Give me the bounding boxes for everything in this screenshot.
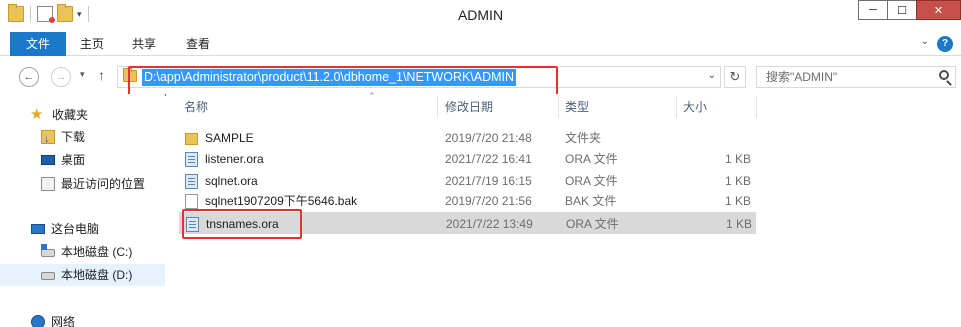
- search-placeholder: 搜索"ADMIN": [766, 70, 838, 84]
- sidebar-item-label: 下载: [61, 130, 86, 144]
- column-header-date[interactable]: 修改日期: [445, 94, 493, 120]
- sidebar-item-favorites[interactable]: ★ 收藏夹: [0, 104, 165, 126]
- sidebar-item-label: 最近访问的位置: [61, 177, 146, 191]
- sidebar-item-label: 桌面: [61, 153, 86, 167]
- file-date: 2019/7/20 21:48: [445, 131, 532, 145]
- sidebar-item-label: 这台电脑: [51, 222, 100, 236]
- sidebar-item-label: 本地磁盘 (C:): [61, 245, 133, 259]
- title-bar: ▾ ADMIN ─ ☐ ✕: [0, 0, 961, 32]
- column-divider[interactable]: [437, 96, 438, 118]
- file-row-listener[interactable]: listener.ora 2021/7/22 16:41 ORA 文件 1 KB: [179, 148, 756, 170]
- up-button[interactable]: ↑: [98, 67, 105, 83]
- expand-ribbon-chevron-icon[interactable]: ⌄: [921, 36, 929, 52]
- this-pc-icon: [31, 224, 45, 234]
- file-list: ⌃ 名称 修改日期 类型 大小 SAMPLE 2019/7/20 21:48 文…: [166, 91, 961, 327]
- column-divider[interactable]: [558, 96, 559, 118]
- address-bar[interactable]: D:\app\Administrator\product\11.2.0\dbho…: [117, 66, 721, 88]
- column-header-name[interactable]: 名称: [184, 94, 208, 120]
- column-header-size[interactable]: 大小: [683, 94, 707, 120]
- close-button[interactable]: ✕: [916, 0, 961, 20]
- file-name: tnsnames.ora: [206, 217, 279, 231]
- file-row-sqlnet-bak[interactable]: sqlnet1907209下午5646.bak 2019/7/20 21:56 …: [179, 190, 756, 212]
- sidebar-item-recent-places[interactable]: 最近访问的位置: [0, 173, 165, 195]
- tab-view[interactable]: 查看: [178, 32, 218, 56]
- navigation-pane: ★ 收藏夹 下载 桌面 最近访问的位置 这台电脑 本地磁盘 (C:) 本地磁盘 …: [0, 94, 165, 327]
- search-icon[interactable]: [939, 70, 949, 80]
- recent-locations-chevron-icon[interactable]: ▾: [80, 69, 85, 80]
- navigation-bar: ← → ▾ ↑ D:\app\Administrator\product\11.…: [0, 57, 961, 93]
- bak-file-icon: [185, 194, 198, 209]
- file-name: sqlnet.ora: [205, 174, 258, 188]
- file-name: sqlnet1907209下午5646.bak: [205, 194, 358, 208]
- recent-places-icon: [41, 177, 55, 191]
- file-row-tnsnames[interactable]: tnsnames.ora 2021/7/22 13:49 ORA 文件 1 KB: [179, 212, 756, 234]
- file-date: 2019/7/20 21:56: [445, 194, 532, 208]
- window-controls: ─ ☐ ✕: [858, 0, 961, 20]
- search-input[interactable]: 搜索"ADMIN": [756, 66, 956, 88]
- address-path[interactable]: D:\app\Administrator\product\11.2.0\dbho…: [142, 69, 517, 86]
- drive-icon: [41, 244, 55, 257]
- column-divider[interactable]: [756, 96, 757, 118]
- address-history-chevron-icon[interactable]: ⌄: [708, 70, 716, 81]
- tab-file[interactable]: 文件: [10, 32, 66, 56]
- sidebar-item-label: 网络: [51, 315, 76, 327]
- sidebar-item-downloads[interactable]: 下载: [0, 126, 165, 150]
- sort-indicator-icon: ⌃: [368, 91, 376, 101]
- maximize-button[interactable]: ☐: [887, 0, 917, 20]
- desktop-icon: [41, 155, 55, 165]
- file-type: BAK 文件: [565, 194, 617, 208]
- sidebar-item-drive-c[interactable]: 本地磁盘 (C:): [0, 241, 165, 263]
- column-divider[interactable]: [676, 96, 677, 118]
- file-name: SAMPLE: [205, 131, 254, 145]
- refresh-button[interactable]: ↻: [724, 66, 746, 88]
- file-size: 1 KB: [724, 194, 751, 208]
- column-header-type[interactable]: 类型: [565, 94, 589, 120]
- ribbon-tabs: 文件 主页 共享 查看 ⌄ ?: [0, 32, 961, 56]
- file-size: 1 KB: [725, 217, 752, 231]
- file-date: 2021/7/19 16:15: [445, 174, 532, 188]
- drive-icon: [41, 272, 55, 280]
- folder-icon: [185, 133, 198, 145]
- network-icon: [31, 315, 45, 327]
- file-date: 2021/7/22 16:41: [445, 152, 532, 166]
- minimize-button[interactable]: ─: [858, 0, 888, 20]
- file-type: ORA 文件: [565, 174, 618, 188]
- file-name: listener.ora: [205, 152, 264, 166]
- file-size: 1 KB: [724, 152, 751, 166]
- ora-file-icon: [185, 174, 198, 189]
- file-date: 2021/7/22 13:49: [446, 217, 533, 231]
- sidebar-item-desktop[interactable]: 桌面: [0, 149, 165, 171]
- tab-home[interactable]: 主页: [72, 32, 112, 56]
- sidebar-item-label: 收藏夹: [52, 108, 89, 122]
- tab-share[interactable]: 共享: [124, 32, 164, 56]
- window-title: ADMIN: [457, 7, 504, 23]
- help-icon[interactable]: ?: [937, 36, 953, 52]
- sidebar-item-network[interactable]: 网络: [0, 311, 165, 327]
- file-size: 1 KB: [724, 174, 751, 188]
- sidebar-item-label: 本地磁盘 (D:): [61, 268, 133, 282]
- back-button[interactable]: ←: [19, 67, 39, 87]
- forward-button[interactable]: →: [51, 67, 71, 87]
- star-icon: ★: [30, 106, 44, 123]
- ribbon-controls: ⌄ ?: [921, 36, 953, 52]
- file-type: ORA 文件: [565, 152, 618, 166]
- file-row-sample[interactable]: SAMPLE 2019/7/20 21:48 文件夹: [179, 127, 756, 149]
- downloads-icon: [41, 128, 55, 150]
- sidebar-item-drive-d[interactable]: 本地磁盘 (D:): [0, 264, 165, 286]
- file-row-sqlnet[interactable]: sqlnet.ora 2021/7/19 16:15 ORA 文件 1 KB: [179, 170, 756, 192]
- ora-file-icon: [185, 152, 198, 167]
- folder-icon: [123, 68, 137, 82]
- file-type: ORA 文件: [566, 217, 619, 231]
- file-type: 文件夹: [565, 131, 602, 145]
- sidebar-item-this-pc[interactable]: 这台电脑: [0, 218, 165, 240]
- ora-file-icon: [186, 217, 199, 232]
